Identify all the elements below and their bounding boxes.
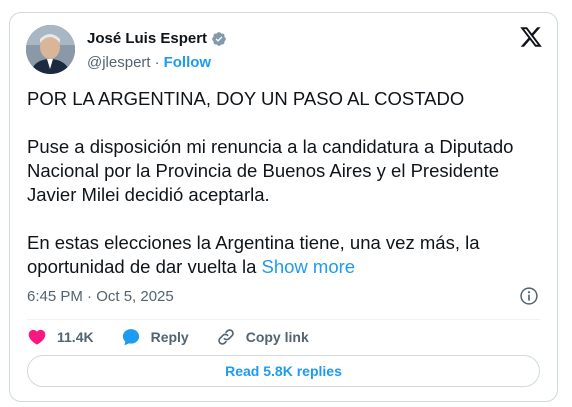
tweet-paragraph: Puse a disposición mi renuncia a la cand… xyxy=(27,136,514,205)
author-handle-row: @jlespert · Follow xyxy=(87,54,211,71)
tweet-timestamp[interactable]: 6:45 PM · Oct 5, 2025 xyxy=(27,288,174,305)
verified-badge-icon xyxy=(211,31,227,47)
read-replies-button[interactable]: Read 5.8K replies xyxy=(27,355,540,387)
author-name[interactable]: José Luis Espert xyxy=(87,30,207,47)
tweet-paragraph: POR LA ARGENTINA, DOY UN PASO AL COSTADO xyxy=(27,88,465,109)
action-bar: 11.4K Reply Copy link xyxy=(27,327,336,347)
avatar[interactable] xyxy=(26,25,75,74)
reply-button[interactable]: Reply xyxy=(121,327,189,347)
tweet-text: POR LA ARGENTINA, DOY UN PASO AL COSTADO… xyxy=(27,87,542,279)
copy-link-button[interactable]: Copy link xyxy=(216,327,309,347)
info-icon[interactable] xyxy=(519,286,539,306)
reply-label: Reply xyxy=(150,329,189,345)
x-logo-icon[interactable] xyxy=(519,25,543,49)
tweet-paragraph: En estas elecciones la Argentina tiene, … xyxy=(27,231,542,279)
like-count: 11.4K xyxy=(57,329,94,345)
author-name-row: José Luis Espert xyxy=(87,30,227,47)
like-button[interactable]: 11.4K xyxy=(27,327,94,347)
heart-icon xyxy=(28,329,46,345)
divider xyxy=(27,319,540,320)
link-icon xyxy=(217,329,234,345)
copy-link-label: Copy link xyxy=(245,329,309,345)
tweet-card: José Luis Espert @jlespert · Follow POR … xyxy=(9,12,558,402)
author-handle[interactable]: @jlespert xyxy=(87,54,151,71)
avatar-image xyxy=(26,25,75,74)
follow-button[interactable]: Follow xyxy=(164,54,212,71)
reply-bubble-icon xyxy=(122,329,139,346)
separator-dot: · xyxy=(154,54,160,71)
show-more-link[interactable]: Show more xyxy=(262,256,356,277)
tweet-paragraph-text: En estas elecciones la Argentina tiene, … xyxy=(27,232,480,277)
